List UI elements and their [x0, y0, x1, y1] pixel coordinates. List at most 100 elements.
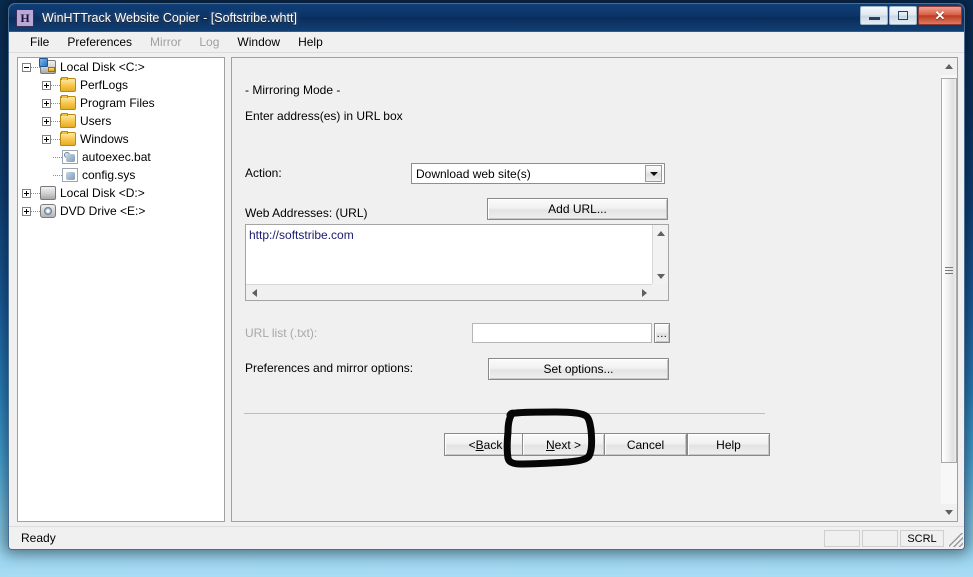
menu-item-window[interactable]: Window — [228, 33, 289, 51]
menu-bar: FilePreferencesMirrorLogWindowHelp — [9, 32, 964, 53]
tree-expand-icon[interactable] — [42, 81, 51, 90]
scroll-thumb-grip-icon — [945, 265, 953, 276]
back-button[interactable]: < Back — [444, 433, 527, 456]
tree-connector-line — [31, 202, 40, 220]
maximize-button[interactable] — [889, 6, 917, 25]
folder-icon — [60, 78, 76, 92]
folder-icon — [60, 96, 76, 110]
tree-node[interactable]: Local Disk <C:> — [18, 58, 224, 76]
tree-connector-line — [53, 166, 62, 184]
tree-node-label: autoexec.bat — [82, 150, 151, 164]
scroll-left-icon[interactable] — [246, 285, 262, 301]
window-title: WinHTTrack Website Copier - [Softstribe.… — [42, 11, 297, 25]
add-url-button[interactable]: Add URL... — [487, 198, 668, 220]
tree-node-label: PerfLogs — [80, 78, 128, 92]
tree-node[interactable]: Local Disk <D:> — [18, 184, 224, 202]
cancel-button[interactable]: Cancel — [604, 433, 687, 456]
scroll-up-icon[interactable] — [653, 225, 669, 241]
tree-node[interactable]: PerfLogs — [18, 76, 224, 94]
batch-file-icon — [62, 150, 78, 164]
url-textarea-horizontal-scrollbar[interactable] — [246, 284, 652, 300]
tree-expand-icon[interactable] — [42, 117, 51, 126]
mirror-setup-form: - Mirroring Mode - Enter address(es) in … — [232, 58, 938, 521]
status-message: Ready — [21, 531, 56, 545]
content-vertical-scrollbar[interactable] — [941, 57, 958, 522]
dvd-drive-icon — [40, 204, 56, 218]
drive-icon — [40, 186, 56, 200]
form-divider — [244, 413, 765, 414]
tree-node-label: Local Disk <C:> — [60, 60, 145, 74]
browse-file-button[interactable]: ... — [654, 323, 670, 343]
resize-grip-icon[interactable] — [949, 533, 963, 547]
tree-node[interactable]: DVD Drive <E:> — [18, 202, 224, 220]
tree-expand-icon[interactable] — [22, 189, 31, 198]
content-scroll-thumb[interactable] — [941, 78, 957, 463]
tree-connector-line — [51, 112, 60, 130]
status-scroll-lock-indicator: SCRL — [900, 530, 944, 547]
tree-collapse-icon[interactable] — [22, 63, 31, 72]
close-button[interactable]: ✕ — [918, 6, 962, 25]
directory-tree-pane[interactable]: Local Disk <C:> PerfLogs Program Files User… — [17, 57, 225, 522]
preferences-label: Preferences and mirror options: — [245, 361, 413, 375]
app-icon: H — [16, 9, 34, 27]
application-window: H WinHTTrack Website Copier - [Softstrib… — [8, 3, 965, 550]
tree-connector-line — [51, 94, 60, 112]
tree-connector-line — [31, 184, 40, 202]
back-button-accel: B — [476, 438, 484, 452]
minimize-button[interactable] — [860, 6, 888, 25]
tree-expand-icon[interactable] — [22, 207, 31, 216]
window-controls: ✕ — [860, 6, 962, 25]
tree-connector-line — [51, 130, 60, 148]
url-textarea-vertical-scrollbar[interactable] — [652, 225, 668, 284]
tree-expand-icon[interactable] — [42, 135, 51, 144]
menu-item-log: Log — [190, 33, 228, 51]
tree-node-label: Program Files — [80, 96, 155, 110]
help-button[interactable]: Help — [687, 433, 770, 456]
menu-item-preferences[interactable]: Preferences — [58, 33, 141, 51]
action-label: Action: — [245, 166, 282, 180]
scroll-right-icon[interactable] — [636, 285, 652, 301]
url-textarea[interactable]: http://softstribe.com — [245, 224, 669, 301]
back-button-prefix: < — [469, 438, 476, 452]
content-scroll-down-icon[interactable] — [941, 504, 957, 521]
content-scroll-track[interactable] — [941, 75, 957, 504]
menu-item-mirror: Mirror — [141, 33, 190, 51]
minimize-icon — [869, 17, 880, 20]
menu-item-file[interactable]: File — [21, 33, 58, 51]
drive-system-icon — [40, 60, 56, 74]
folder-icon — [60, 114, 76, 128]
title-bar: H WinHTTrack Website Copier - [Softstrib… — [9, 4, 964, 32]
tree-node[interactable]: autoexec.bat — [18, 148, 224, 166]
next-button-accel: N — [546, 438, 555, 452]
tree-node-label: DVD Drive <E:> — [60, 204, 145, 218]
tree-node-label: Users — [80, 114, 111, 128]
menu-item-help[interactable]: Help — [289, 33, 332, 51]
tree-node-label: config.sys — [82, 168, 135, 182]
set-options-button[interactable]: Set options... — [488, 358, 669, 380]
tree-node-label: Local Disk <D:> — [60, 186, 145, 200]
tree-node[interactable]: config.sys — [18, 166, 224, 184]
folder-icon — [60, 132, 76, 146]
wizard-button-row: < Back Next > Cancel Help — [232, 433, 938, 459]
next-button-suffix: ext > — [555, 438, 581, 452]
next-button[interactable]: Next > — [522, 433, 605, 456]
mirroring-mode-heading: - Mirroring Mode - — [245, 83, 340, 97]
tree-node[interactable]: Program Files — [18, 94, 224, 112]
action-dropdown-value: Download web site(s) — [412, 167, 645, 181]
tree-node[interactable]: Windows — [18, 130, 224, 148]
tree-node-label: Windows — [80, 132, 129, 146]
tree-node[interactable]: Users — [18, 112, 224, 130]
chevron-down-icon[interactable] — [645, 165, 662, 182]
url-list-input[interactable] — [472, 323, 652, 343]
scroll-down-icon[interactable] — [653, 268, 669, 284]
content-scroll-up-icon[interactable] — [941, 58, 957, 75]
web-addresses-label: Web Addresses: (URL) — [245, 206, 368, 220]
url-textarea-value: http://softstribe.com — [249, 228, 354, 242]
status-bar: Ready SCRL — [9, 526, 965, 549]
instruction-text: Enter address(es) in URL box — [245, 109, 403, 123]
client-area: Local Disk <C:> PerfLogs Program Files User… — [9, 53, 965, 528]
tree-expand-icon[interactable] — [42, 99, 51, 108]
system-file-icon — [62, 168, 78, 182]
action-dropdown[interactable]: Download web site(s) — [411, 163, 665, 184]
tree-connector-line — [51, 76, 60, 94]
